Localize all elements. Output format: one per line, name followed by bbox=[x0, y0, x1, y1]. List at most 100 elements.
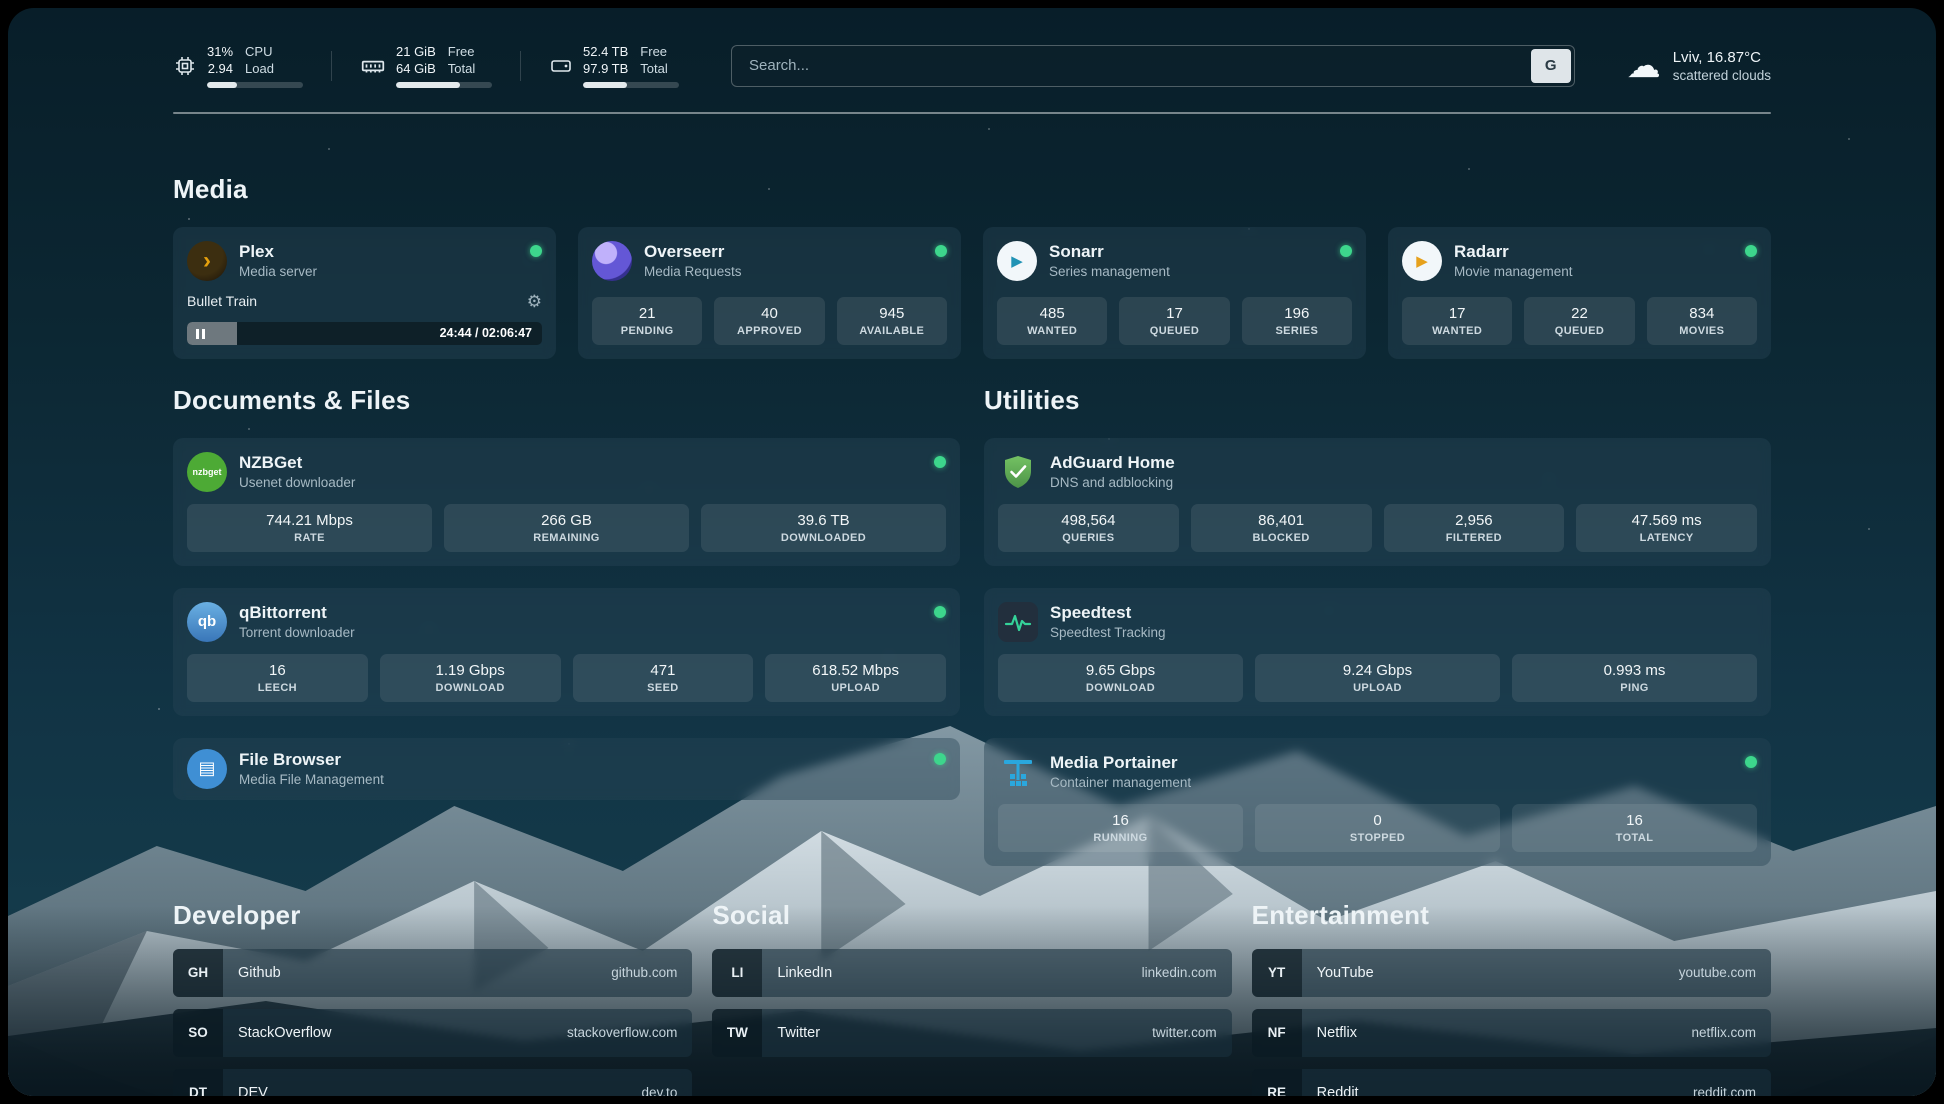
stat-box: 9.24 Gbps UPLOAD bbox=[1255, 654, 1500, 702]
bookmark-twitter[interactable]: TW Twitter twitter.com bbox=[712, 1009, 1231, 1057]
service-name: Media Portainer bbox=[1050, 753, 1191, 773]
stat-label: BLOCKED bbox=[1253, 532, 1310, 544]
section-title-media: Media bbox=[173, 174, 1771, 205]
ram-meter-fill bbox=[396, 82, 460, 88]
cpu-load-label: Load bbox=[245, 61, 274, 78]
section-title-developer: Developer bbox=[173, 900, 692, 931]
playback-progress-fill bbox=[187, 322, 237, 345]
disk-icon bbox=[549, 54, 573, 78]
bookmark-abbr: RE bbox=[1252, 1069, 1302, 1096]
gear-icon[interactable]: ⚙ bbox=[527, 293, 542, 310]
status-dot bbox=[530, 245, 542, 257]
status-dot bbox=[935, 245, 947, 257]
cpu-label: CPU bbox=[245, 44, 274, 61]
service-desc: Usenet downloader bbox=[239, 475, 355, 490]
bookmark-url: dev.to bbox=[642, 1085, 678, 1096]
stat-box: 16 RUNNING bbox=[998, 804, 1243, 852]
stat-box: 16 LEECH bbox=[187, 654, 368, 702]
bookmark-reddit[interactable]: RE Reddit reddit.com bbox=[1252, 1069, 1771, 1096]
disk-widget: 52.4 TB 97.9 TB Free Total bbox=[549, 44, 679, 88]
ram-free-value: 21 GiB bbox=[396, 44, 436, 61]
service-desc: Media Requests bbox=[644, 264, 742, 279]
service-card-portainer[interactable]: Media Portainer Container management 16 … bbox=[984, 738, 1771, 866]
ram-total-label: Total bbox=[448, 61, 475, 78]
stat-label: REMAINING bbox=[533, 532, 600, 544]
bookmark-netflix[interactable]: NF Netflix netflix.com bbox=[1252, 1009, 1771, 1057]
weather-widget: ☁ Lviv, 16.87°C scattered clouds bbox=[1627, 49, 1771, 83]
stat-value: 22 bbox=[1571, 305, 1588, 322]
stat-box: 39.6 TB DOWNLOADED bbox=[701, 504, 946, 552]
entertainment-column: Entertainment YT YouTube youtube.com NF … bbox=[1252, 900, 1771, 1096]
stat-label: LEECH bbox=[258, 682, 297, 694]
status-dot bbox=[934, 753, 946, 765]
stat-label: PENDING bbox=[621, 325, 674, 337]
bookmark-name: DEV bbox=[238, 1085, 268, 1096]
service-card-sonarr[interactable]: ▶ Sonarr Series management 485 WANTED 17… bbox=[983, 227, 1366, 359]
service-desc: Media File Management bbox=[239, 772, 384, 787]
service-card-overseerr[interactable]: Overseerr Media Requests 21 PENDING 40 A… bbox=[578, 227, 961, 359]
stat-label: RATE bbox=[294, 532, 325, 544]
cpu-meter bbox=[207, 82, 303, 88]
service-name: Radarr bbox=[1454, 242, 1573, 262]
stat-box: 17 QUEUED bbox=[1119, 297, 1229, 345]
service-card-radarr[interactable]: ▶ Radarr Movie management 17 WANTED 22 Q… bbox=[1388, 227, 1771, 359]
bookmark-dev[interactable]: DT DEV dev.to bbox=[173, 1069, 692, 1096]
search-provider-button[interactable]: G bbox=[1531, 49, 1571, 83]
service-desc: Speedtest Tracking bbox=[1050, 625, 1166, 640]
weather-condition: scattered clouds bbox=[1673, 68, 1771, 83]
bookmark-name: Reddit bbox=[1317, 1085, 1359, 1096]
sonarr-icon: ▶ bbox=[997, 241, 1037, 281]
stat-box: 266 GB REMAINING bbox=[444, 504, 689, 552]
stat-value: 86,401 bbox=[1258, 512, 1304, 529]
portainer-icon bbox=[998, 752, 1038, 792]
service-card-qbittorrent[interactable]: qb qBittorrent Torrent downloader 16 LEE… bbox=[173, 588, 960, 716]
bookmark-url: youtube.com bbox=[1679, 965, 1756, 980]
ram-free-label: Free bbox=[448, 44, 475, 61]
status-dot bbox=[1745, 245, 1757, 257]
radarr-icon: ▶ bbox=[1402, 241, 1442, 281]
qbittorrent-icon: qb bbox=[187, 602, 227, 642]
service-name: File Browser bbox=[239, 750, 384, 770]
service-card-plex[interactable]: › Plex Media server Bullet Train ⚙ 24:44… bbox=[173, 227, 556, 359]
bookmark-stackoverflow[interactable]: SO StackOverflow stackoverflow.com bbox=[173, 1009, 692, 1057]
stat-label: SEED bbox=[647, 682, 679, 694]
stat-value: 9.65 Gbps bbox=[1086, 662, 1155, 679]
speedtest-icon bbox=[998, 602, 1038, 642]
stat-box: 40 APPROVED bbox=[714, 297, 824, 345]
bookmark-url: github.com bbox=[611, 965, 677, 980]
bookmark-name: Netflix bbox=[1317, 1025, 1357, 1041]
search-input[interactable] bbox=[735, 57, 1531, 74]
service-name: Plex bbox=[239, 242, 317, 262]
service-desc: Torrent downloader bbox=[239, 625, 355, 640]
playback-progress-bar[interactable]: 24:44 / 02:06:47 bbox=[187, 322, 542, 345]
section-title-utilities: Utilities bbox=[984, 385, 1771, 416]
stat-value: 16 bbox=[1626, 812, 1643, 829]
bookmark-github[interactable]: GH Github github.com bbox=[173, 949, 692, 997]
stat-box: 22 QUEUED bbox=[1524, 297, 1634, 345]
stat-value: 744.21 Mbps bbox=[266, 512, 353, 529]
stat-label: WANTED bbox=[1027, 325, 1077, 337]
service-card-adguard[interactable]: AdGuard Home DNS and adblocking 498,564 … bbox=[984, 438, 1771, 566]
stat-box: 618.52 Mbps UPLOAD bbox=[765, 654, 946, 702]
service-card-speedtest[interactable]: Speedtest Speedtest Tracking 9.65 Gbps D… bbox=[984, 588, 1771, 716]
service-name: NZBGet bbox=[239, 453, 355, 473]
stat-value: 0.993 ms bbox=[1604, 662, 1666, 679]
bookmark-linkedin[interactable]: LI LinkedIn linkedin.com bbox=[712, 949, 1231, 997]
bookmark-name: Twitter bbox=[777, 1025, 820, 1041]
stat-value: 16 bbox=[1112, 812, 1129, 829]
section-title-social: Social bbox=[712, 900, 1231, 931]
bookmark-url: stackoverflow.com bbox=[567, 1025, 677, 1040]
cloud-icon: ☁ bbox=[1627, 49, 1661, 83]
memory-icon bbox=[360, 53, 386, 79]
pause-icon[interactable] bbox=[196, 329, 205, 339]
service-card-nzbget[interactable]: nzbget NZBGet Usenet downloader 744.21 M… bbox=[173, 438, 960, 566]
service-card-filebrowser[interactable]: ▤ File Browser Media File Management bbox=[173, 738, 960, 800]
bookmark-name: Github bbox=[238, 965, 281, 981]
plex-icon: › bbox=[187, 241, 227, 281]
bookmark-abbr: YT bbox=[1252, 949, 1302, 997]
stat-value: 17 bbox=[1166, 305, 1183, 322]
bookmark-youtube[interactable]: YT YouTube youtube.com bbox=[1252, 949, 1771, 997]
disk-free-label: Free bbox=[640, 44, 667, 61]
stat-value: 945 bbox=[879, 305, 904, 322]
disk-free-value: 52.4 TB bbox=[583, 44, 628, 61]
